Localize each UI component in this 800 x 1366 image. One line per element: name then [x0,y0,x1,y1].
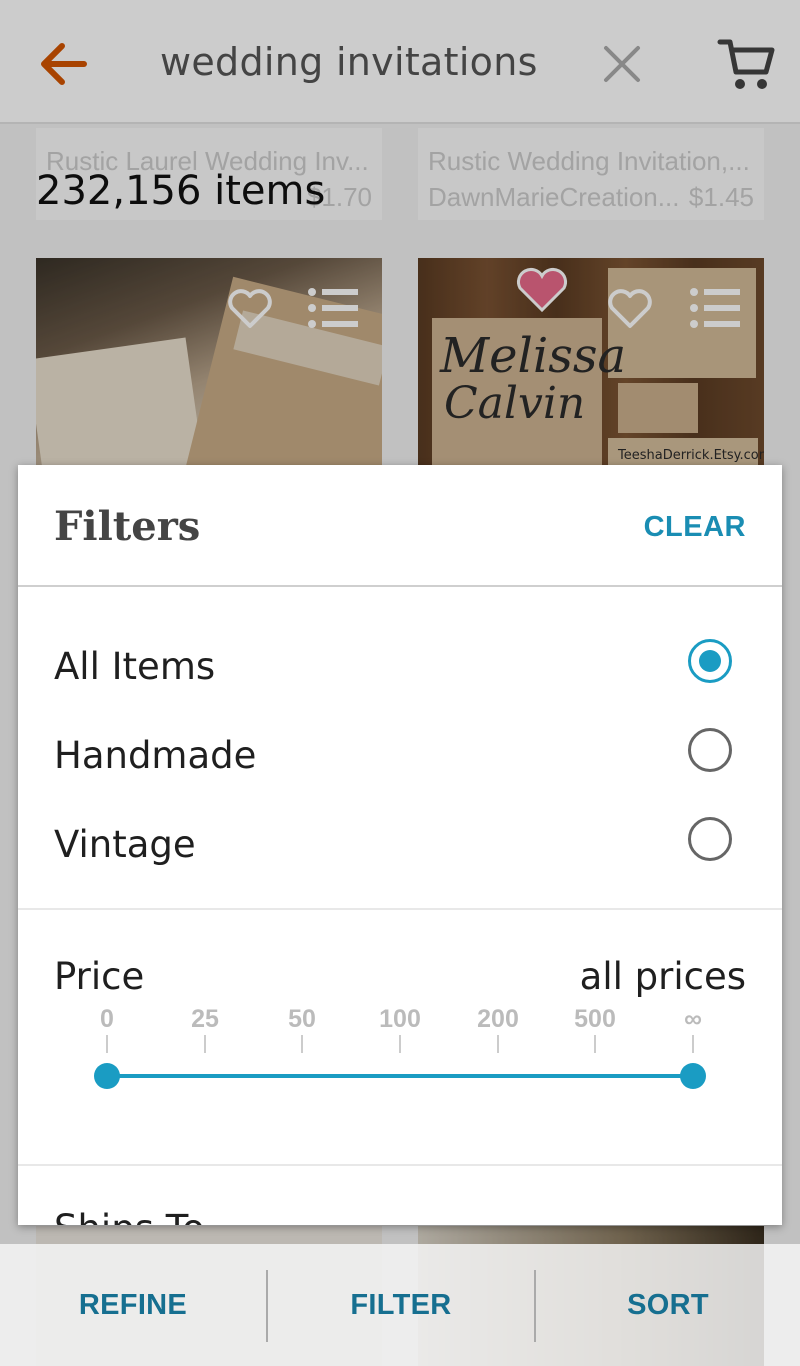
bottom-action-bar: REFINE FILTER SORT [0,1244,800,1366]
filter-option-vintage[interactable]: Vintage [18,803,782,883]
price-tick [594,1035,596,1053]
filters-title: Filters [54,503,201,550]
price-tick-label: 100 [379,1005,421,1033]
filter-button[interactable]: FILTER [268,1244,534,1366]
sort-button[interactable]: SORT [536,1244,800,1366]
price-tick-label: 0 [100,1005,114,1033]
clear-filters-button[interactable]: CLEAR [644,511,746,544]
price-tick-label: 50 [288,1005,316,1033]
filter-option-label: Vintage [54,823,196,866]
radio-button[interactable] [688,817,732,861]
price-tick [692,1035,694,1053]
price-tick [204,1035,206,1053]
radio-button[interactable] [688,728,732,772]
price-tick-label: ∞ [684,1005,702,1033]
filter-option-all-items[interactable]: All Items [18,625,782,705]
filters-panel: Filters CLEAR All Items Handmade Vintage… [18,465,782,1225]
divider [18,908,782,910]
divider [18,1164,782,1166]
price-slider-min-handle[interactable] [94,1063,120,1089]
price-tick [399,1035,401,1053]
refine-button[interactable]: REFINE [0,1244,266,1366]
divider [18,585,782,587]
price-tick [106,1035,108,1053]
price-label: Price [54,955,145,998]
radio-button-selected[interactable] [688,639,732,683]
price-tick [497,1035,499,1053]
filter-option-label: All Items [54,645,216,688]
price-tick [301,1035,303,1053]
ships-to-label[interactable]: Ships To [54,1207,205,1225]
filter-option-handmade[interactable]: Handmade [18,714,782,794]
price-tick-label: 25 [191,1005,219,1033]
price-tick-label: 200 [477,1005,519,1033]
price-value: all prices [579,955,746,998]
price-slider-track[interactable] [107,1074,693,1078]
price-slider-max-handle[interactable] [680,1063,706,1089]
filter-option-label: Handmade [54,734,257,777]
price-tick-label: 500 [574,1005,616,1033]
